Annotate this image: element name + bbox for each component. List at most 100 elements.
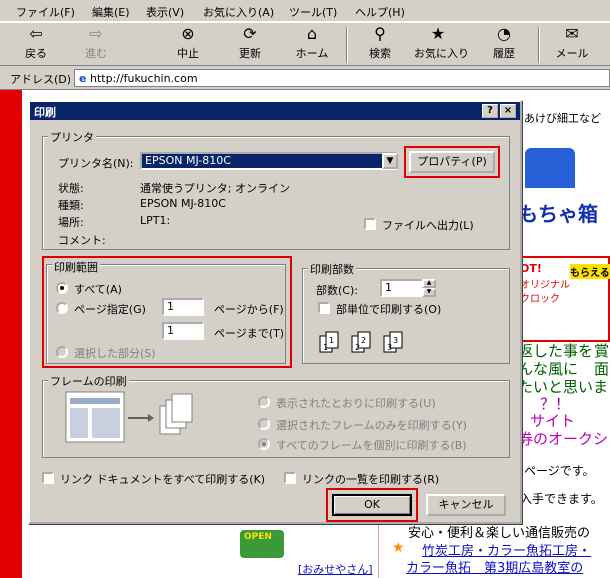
chevron-down-icon: ▼ <box>386 156 394 166</box>
back-label: 戻る <box>25 47 47 60</box>
ie-page-icon: e <box>79 72 87 85</box>
mail-label: メール <box>555 47 589 60</box>
spin-up-icon: ▲ <box>426 279 432 286</box>
history-label: 履歴 <box>493 47 515 60</box>
frames-selected-label: 選択されたフレームのみを印刷する(Y) <box>276 419 467 432</box>
copies-count-value: 1 <box>385 281 392 294</box>
printer-name-label: プリンタ名(N): <box>58 157 134 170</box>
forward-label: 進む <box>85 47 107 60</box>
copies-up-button[interactable]: ▲ <box>422 279 436 288</box>
print-to-file-label: ファイルへ出力(L) <box>382 219 474 232</box>
comment-label: コメント: <box>58 234 106 247</box>
svg-text:3: 3 <box>387 343 392 352</box>
help-button[interactable]: ? <box>482 104 498 118</box>
svg-text:1: 1 <box>329 336 334 345</box>
promo-text-2: オリジナル <box>520 280 570 291</box>
svg-text:2: 2 <box>355 343 360 352</box>
copies-group-label: 印刷部数 <box>308 261 356 277</box>
stop-icon: ⊗ <box>181 24 195 43</box>
menu-tools[interactable]: ツール(T) <box>289 4 337 20</box>
forward-button[interactable]: ⇨ 進む <box>72 25 120 65</box>
frames-selected-radio[interactable] <box>258 418 270 430</box>
shop-open-text: OPEN <box>244 532 272 542</box>
orange-star-icon: ★ <box>392 540 405 556</box>
page-to-label: ページまで(T) <box>214 327 285 340</box>
history-button[interactable]: ◔ 履歴 <box>480 25 528 65</box>
web-text-t9: 安心・便利＆楽しい通信販売の <box>408 526 591 541</box>
frames-individually-radio[interactable] <box>258 438 270 450</box>
promo-text-4: もらえる <box>570 264 610 279</box>
page-from-label: ページから(F) <box>214 303 284 316</box>
divider <box>378 518 379 578</box>
range-pages-radio[interactable] <box>56 302 68 314</box>
frames-preview-icon <box>64 390 194 450</box>
address-bar: アドレス(D) e http://fukuchin.com <box>0 66 610 90</box>
menu-favorites[interactable]: お気に入り(A) <box>203 4 274 20</box>
frames-as-laid-out-radio[interactable] <box>258 396 270 408</box>
collate-checkbox[interactable] <box>318 302 330 314</box>
history-icon: ◔ <box>497 24 511 43</box>
toolbar-separator <box>538 27 540 63</box>
copies-count-label: 部数(C): <box>316 284 358 297</box>
frames-group-label: フレームの印刷 <box>48 373 129 389</box>
favorites-button[interactable]: ★ お気に入り <box>414 25 469 65</box>
range-selection-label: 選択した部分(S) <box>74 347 156 360</box>
toolbar-separator <box>346 27 348 63</box>
range-all-label: すべて(A) <box>74 283 122 296</box>
refresh-button[interactable]: ⟳ 更新 <box>226 25 274 65</box>
frames-as-laid-out-label: 表示されたとおりに印刷する(U) <box>276 397 436 410</box>
address-url: http://fukuchin.com <box>89 72 198 85</box>
printer-name-select[interactable]: EPSON MJ-810C <box>140 152 398 170</box>
collate-preview-icon: 1 2 3 1 2 3 <box>318 330 418 356</box>
status-label: 状態: <box>58 182 84 195</box>
print-to-file-checkbox[interactable] <box>364 218 376 230</box>
left-red-border <box>0 90 22 578</box>
where-label: 場所: <box>58 216 84 229</box>
back-button[interactable]: ⇦ 戻る <box>12 25 60 65</box>
printer-name-value: EPSON MJ-810C <box>145 154 231 167</box>
address-input[interactable]: e http://fukuchin.com <box>74 69 610 87</box>
search-button[interactable]: ⚲ 検索 <box>356 25 404 65</box>
collate-label: 部単位で印刷する(O) <box>336 303 442 316</box>
range-all-radio[interactable] <box>56 282 68 294</box>
web-link-t11[interactable]: カラー魚拓 第3期広島教室の <box>406 557 583 576</box>
stop-button[interactable]: ⊗ 中止 <box>164 25 212 65</box>
promo-text-1: OT! <box>520 262 542 275</box>
print-dialog: 印刷 ? × プリンタ プリンタ名(N): EPSON MJ-810C ▼ プロ… <box>28 100 522 524</box>
page-to-input[interactable]: 1 <box>162 322 204 340</box>
back-arrow-icon: ⇦ <box>29 24 43 43</box>
search-label: 検索 <box>369 47 391 60</box>
web-text-t6: 券のオークシ <box>518 430 609 448</box>
promo-text-3: クロック <box>520 294 560 305</box>
web-text-line1: あけび細工など <box>524 112 601 125</box>
menu-help[interactable]: ヘルプ(H) <box>355 4 405 20</box>
ok-button[interactable]: OK <box>332 494 412 516</box>
cancel-button[interactable]: キャンセル <box>426 494 506 516</box>
svg-text:2: 2 <box>361 336 366 345</box>
mail-button[interactable]: ✉ メール <box>548 25 596 65</box>
menu-view[interactable]: 表示(V) <box>146 4 184 20</box>
highlight-properties <box>404 146 500 178</box>
page-from-input[interactable]: 1 <box>162 298 204 316</box>
menu-edit[interactable]: 編集(E) <box>92 4 130 20</box>
link-table-checkbox[interactable] <box>284 472 296 484</box>
print-range-label: 印刷範囲 <box>52 259 100 275</box>
promo-banner[interactable]: OT! オリジナル クロック もらえる <box>516 256 610 342</box>
refresh-icon: ⟳ <box>243 24 257 43</box>
home-button[interactable]: ⌂ ホーム <box>288 25 336 65</box>
shop-link[interactable]: [おみせやさん] <box>298 561 373 577</box>
address-label: アドレス(D) <box>10 73 72 86</box>
link-table-label: リンクの一覧を印刷する(R) <box>302 473 440 486</box>
dialog-title-bar: 印刷 ? × <box>30 102 520 120</box>
range-pages-label: ページ指定(G) <box>74 303 146 316</box>
type-label: 種類: <box>58 199 84 212</box>
copies-down-button[interactable]: ▼ <box>422 288 436 297</box>
svg-text:3: 3 <box>393 336 398 345</box>
menu-file[interactable]: ファイル(F) <box>16 4 75 20</box>
printer-dropdown-button[interactable]: ▼ <box>382 153 398 169</box>
range-selection-radio[interactable] <box>56 346 68 358</box>
favorites-label: お気に入り <box>414 47 469 60</box>
print-links-checkbox[interactable] <box>42 472 54 484</box>
close-button[interactable]: × <box>500 104 516 118</box>
forward-arrow-icon: ⇨ <box>89 24 103 43</box>
